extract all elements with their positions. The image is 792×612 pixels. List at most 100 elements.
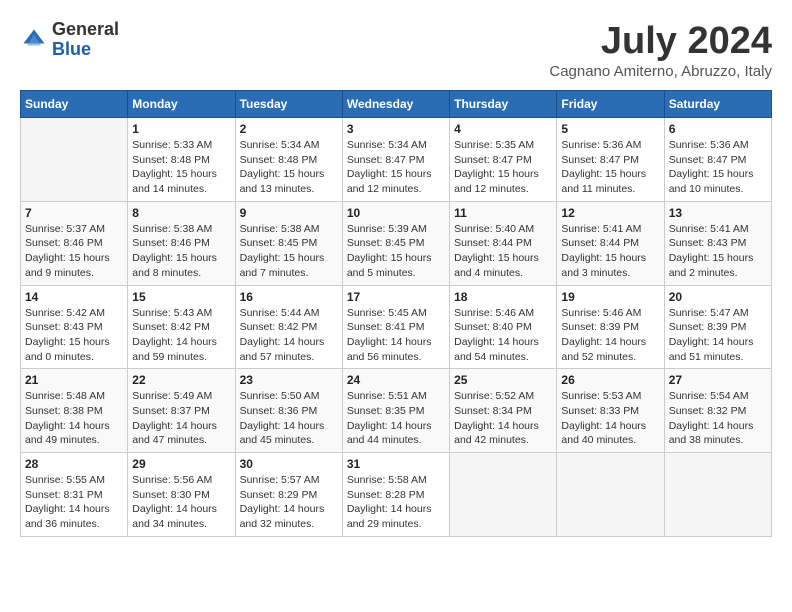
- calendar-cell: [664, 453, 771, 537]
- calendar-cell: 7Sunrise: 5:37 AMSunset: 8:46 PMDaylight…: [21, 201, 128, 285]
- day-info: Sunrise: 5:41 AMSunset: 8:44 PMDaylight:…: [561, 222, 659, 281]
- day-number: 19: [561, 290, 659, 304]
- calendar-cell: 4 Sunrise: 5:35 AMSunset: 8:47 PMDaylight…: [450, 118, 557, 202]
- calendar-cell: 19 Sunrise: 5:46 AMSunset: 8:39 PMDayligh…: [557, 285, 664, 369]
- day-info: Sunrise: 5:34 AMSunset: 8:48 PMDaylight:…: [240, 138, 338, 197]
- day-info: Sunrise: 5:33 AMSunset: 8:48 PMDaylight:…: [132, 138, 230, 197]
- day-info: Sunrise: 5:38 AMSunset: 8:45 PMDaylight:…: [240, 222, 338, 281]
- week-row-2: 7Sunrise: 5:37 AMSunset: 8:46 PMDaylight…: [21, 201, 772, 285]
- header-day-tuesday: Tuesday: [235, 91, 342, 118]
- day-number: 23: [240, 373, 338, 387]
- calendar-cell: 12 Sunrise: 5:41 AMSunset: 8:44 PMDayligh…: [557, 201, 664, 285]
- day-info: Sunrise: 5:38 AMSunset: 8:46 PMDaylight:…: [132, 222, 230, 281]
- day-info: Sunrise: 5:48 AMSunset: 8:38 PMDaylight:…: [25, 389, 123, 448]
- day-info: Sunrise: 5:52 AMSunset: 8:34 PMDaylight:…: [454, 389, 552, 448]
- logo: General Blue: [20, 20, 119, 60]
- title-area: July 2024 Cagnano Amiterno, Abruzzo, Ita…: [549, 20, 772, 80]
- day-info: Sunrise: 5:51 AMSunset: 8:35 PMDaylight:…: [347, 389, 445, 448]
- calendar-cell: 18Sunrise: 5:46 AMSunset: 8:40 PMDayligh…: [450, 285, 557, 369]
- day-info: Sunrise: 5:47 AMSunset: 8:39 PMDaylight:…: [669, 306, 767, 365]
- calendar-header: SundayMondayTuesdayWednesdayThursdayFrid…: [21, 91, 772, 118]
- calendar-cell: 28 Sunrise: 5:55 AMSunset: 8:31 PMDayligh…: [21, 453, 128, 537]
- calendar-cell: 22Sunrise: 5:49 AMSunset: 8:37 PMDayligh…: [128, 369, 235, 453]
- day-number: 28: [25, 457, 123, 471]
- calendar-cell: 11 Sunrise: 5:40 AMSunset: 8:44 PMDayligh…: [450, 201, 557, 285]
- week-row-5: 28 Sunrise: 5:55 AMSunset: 8:31 PMDayligh…: [21, 453, 772, 537]
- day-info: Sunrise: 5:46 AMSunset: 8:39 PMDaylight:…: [561, 306, 659, 365]
- week-row-4: 21 Sunrise: 5:48 AMSunset: 8:38 PMDayligh…: [21, 369, 772, 453]
- day-number: 22: [132, 373, 230, 387]
- day-info: Sunrise: 5:56 AMSunset: 8:30 PMDaylight:…: [132, 473, 230, 532]
- day-info: Sunrise: 5:55 AMSunset: 8:31 PMDaylight:…: [25, 473, 123, 532]
- day-number: 17: [347, 290, 445, 304]
- day-info: Sunrise: 5:50 AMSunset: 8:36 PMDaylight:…: [240, 389, 338, 448]
- calendar-cell: 3Sunrise: 5:34 AMSunset: 8:47 PMDaylight…: [342, 118, 449, 202]
- calendar-cell: 31 Sunrise: 5:58 AMSunset: 8:28 PMDayligh…: [342, 453, 449, 537]
- logo-icon: [20, 26, 48, 54]
- calendar-cell: 14Sunrise: 5:42 AMSunset: 8:43 PMDayligh…: [21, 285, 128, 369]
- week-row-3: 14Sunrise: 5:42 AMSunset: 8:43 PMDayligh…: [21, 285, 772, 369]
- day-info: Sunrise: 5:41 AMSunset: 8:43 PMDaylight:…: [669, 222, 767, 281]
- logo-general: General: [52, 20, 119, 40]
- header-row: SundayMondayTuesdayWednesdayThursdayFrid…: [21, 91, 772, 118]
- day-number: 10: [347, 206, 445, 220]
- logo-text: General Blue: [52, 20, 119, 60]
- day-number: 13: [669, 206, 767, 220]
- header-day-wednesday: Wednesday: [342, 91, 449, 118]
- day-info: Sunrise: 5:40 AMSunset: 8:44 PMDaylight:…: [454, 222, 552, 281]
- calendar-cell: 6Sunrise: 5:36 AMSunset: 8:47 PMDaylight…: [664, 118, 771, 202]
- day-number: 8: [132, 206, 230, 220]
- day-number: 5: [561, 122, 659, 136]
- calendar-table: SundayMondayTuesdayWednesdayThursdayFrid…: [20, 90, 772, 537]
- day-info: Sunrise: 5:43 AMSunset: 8:42 PMDaylight:…: [132, 306, 230, 365]
- calendar-cell: 2 Sunrise: 5:34 AMSunset: 8:48 PMDaylight…: [235, 118, 342, 202]
- day-number: 4: [454, 122, 552, 136]
- day-number: 21: [25, 373, 123, 387]
- calendar-cell: 9Sunrise: 5:38 AMSunset: 8:45 PMDaylight…: [235, 201, 342, 285]
- calendar-body: 1 Sunrise: 5:33 AMSunset: 8:48 PMDaylight…: [21, 118, 772, 537]
- calendar-cell: 17 Sunrise: 5:45 AMSunset: 8:41 PMDayligh…: [342, 285, 449, 369]
- day-number: 1: [132, 122, 230, 136]
- day-info: Sunrise: 5:44 AMSunset: 8:42 PMDaylight:…: [240, 306, 338, 365]
- day-info: Sunrise: 5:45 AMSunset: 8:41 PMDaylight:…: [347, 306, 445, 365]
- calendar-cell: 23 Sunrise: 5:50 AMSunset: 8:36 PMDayligh…: [235, 369, 342, 453]
- header-day-sunday: Sunday: [21, 91, 128, 118]
- calendar-cell: 16 Sunrise: 5:44 AMSunset: 8:42 PMDayligh…: [235, 285, 342, 369]
- calendar-cell: 24Sunrise: 5:51 AMSunset: 8:35 PMDayligh…: [342, 369, 449, 453]
- day-number: 2: [240, 122, 338, 136]
- day-number: 11: [454, 206, 552, 220]
- header-day-friday: Friday: [557, 91, 664, 118]
- day-number: 16: [240, 290, 338, 304]
- day-number: 29: [132, 457, 230, 471]
- header-day-thursday: Thursday: [450, 91, 557, 118]
- day-info: Sunrise: 5:36 AMSunset: 8:47 PMDaylight:…: [561, 138, 659, 197]
- calendar-cell: 21 Sunrise: 5:48 AMSunset: 8:38 PMDayligh…: [21, 369, 128, 453]
- calendar-cell: 25Sunrise: 5:52 AMSunset: 8:34 PMDayligh…: [450, 369, 557, 453]
- day-info: Sunrise: 5:53 AMSunset: 8:33 PMDaylight:…: [561, 389, 659, 448]
- calendar-cell: 20Sunrise: 5:47 AMSunset: 8:39 PMDayligh…: [664, 285, 771, 369]
- calendar-cell: 10Sunrise: 5:39 AMSunset: 8:45 PMDayligh…: [342, 201, 449, 285]
- logo-blue: Blue: [52, 40, 119, 60]
- calendar-cell: 15Sunrise: 5:43 AMSunset: 8:42 PMDayligh…: [128, 285, 235, 369]
- day-info: Sunrise: 5:35 AMSunset: 8:47 PMDaylight:…: [454, 138, 552, 197]
- calendar-cell: 13 Sunrise: 5:41 AMSunset: 8:43 PMDayligh…: [664, 201, 771, 285]
- calendar-cell: 29 Sunrise: 5:56 AMSunset: 8:30 PMDayligh…: [128, 453, 235, 537]
- day-number: 18: [454, 290, 552, 304]
- day-number: 6: [669, 122, 767, 136]
- calendar-cell: 1 Sunrise: 5:33 AMSunset: 8:48 PMDaylight…: [128, 118, 235, 202]
- day-number: 31: [347, 457, 445, 471]
- day-info: Sunrise: 5:42 AMSunset: 8:43 PMDaylight:…: [25, 306, 123, 365]
- header-day-monday: Monday: [128, 91, 235, 118]
- calendar-cell: [557, 453, 664, 537]
- day-info: Sunrise: 5:58 AMSunset: 8:28 PMDaylight:…: [347, 473, 445, 532]
- calendar-cell: 26Sunrise: 5:53 AMSunset: 8:33 PMDayligh…: [557, 369, 664, 453]
- day-number: 27: [669, 373, 767, 387]
- day-info: Sunrise: 5:54 AMSunset: 8:32 PMDaylight:…: [669, 389, 767, 448]
- calendar-cell: 5 Sunrise: 5:36 AMSunset: 8:47 PMDaylight…: [557, 118, 664, 202]
- calendar-cell: [21, 118, 128, 202]
- month-title: July 2024: [549, 20, 772, 63]
- day-number: 12: [561, 206, 659, 220]
- calendar-cell: 27 Sunrise: 5:54 AMSunset: 8:32 PMDayligh…: [664, 369, 771, 453]
- week-row-1: 1 Sunrise: 5:33 AMSunset: 8:48 PMDaylight…: [21, 118, 772, 202]
- calendar-cell: [450, 453, 557, 537]
